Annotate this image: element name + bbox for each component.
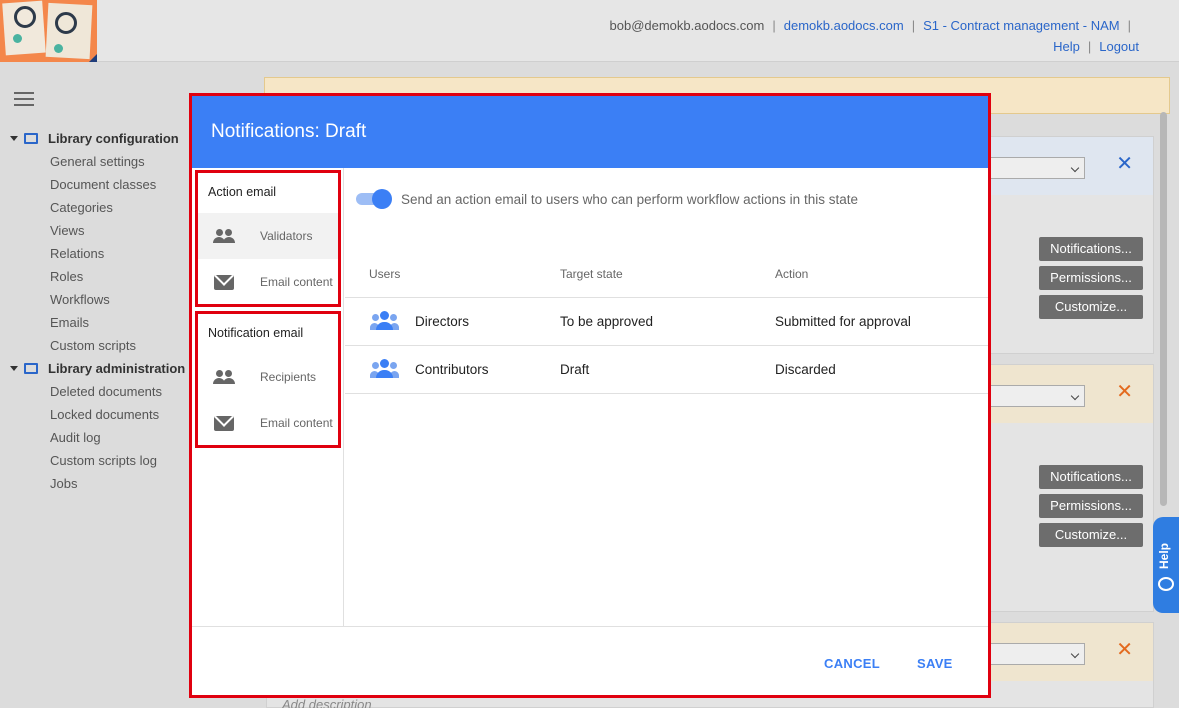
logout-link[interactable]: Logout [1099, 39, 1139, 54]
sidebar-item-categories[interactable]: Categories [50, 200, 113, 215]
magnifier-icon [14, 6, 36, 28]
library-link[interactable]: S1 - Contract management - NAM [923, 18, 1120, 33]
help-widget-label: Help [1157, 542, 1171, 569]
sidebar-item-deleted-documents[interactable]: Deleted documents [50, 384, 162, 399]
permissions-button[interactable]: Permissions... [1039, 266, 1143, 290]
dialog-footer: CANCEL SAVE [192, 626, 988, 695]
customize-button[interactable]: Customize... [1039, 295, 1143, 319]
page-scrollbar[interactable] [1160, 112, 1167, 506]
sidebar-item-locked-documents[interactable]: Locked documents [50, 407, 159, 422]
notifications-dialog: Notifications: Draft Action email Valida… [189, 93, 991, 698]
caret-down-icon [10, 136, 18, 141]
library-logo[interactable] [0, 0, 97, 62]
dialog-header: Notifications: Draft [192, 96, 988, 168]
action-email-toggle[interactable] [356, 189, 392, 209]
sidebar-item-audit-log[interactable]: Audit log [50, 430, 101, 445]
target-state: Draft [560, 362, 590, 377]
background-select[interactable] [989, 157, 1085, 179]
folder-icon [24, 363, 38, 374]
user-name: Directors [415, 314, 470, 329]
group-icon [370, 311, 400, 331]
sidebar-group-label: Library administration [48, 361, 186, 376]
help-widget[interactable]: Help [1153, 517, 1179, 613]
sidebar-group-library-configuration[interactable]: Library configuration [10, 131, 179, 146]
action: Submitted for approval [775, 314, 911, 329]
help-link[interactable]: Help [1053, 39, 1080, 54]
header-links: bob@demokb.aodocs.com | demokb.aodocs.com |… [609, 18, 1140, 54]
column-header-action: Action [775, 267, 809, 281]
close-icon[interactable]: ✕ [1116, 382, 1133, 402]
sidebar-item-document-classes[interactable]: Document classes [50, 177, 156, 192]
sidebar-item-views[interactable]: Views [50, 223, 84, 238]
background-select[interactable] [989, 385, 1085, 407]
customize-button[interactable]: Customize... [1039, 523, 1143, 547]
sidebar-item-custom-scripts-log[interactable]: Custom scripts log [50, 453, 157, 468]
hamburger-menu-icon[interactable] [14, 92, 34, 106]
group-icon [370, 359, 400, 379]
target-state: To be approved [560, 314, 654, 329]
notifications-button[interactable]: Notifications... [1039, 465, 1143, 489]
caret-down-icon [10, 366, 18, 371]
save-button[interactable]: SAVE [917, 656, 953, 671]
table-header: Users Target state Action [345, 250, 988, 298]
dialog-content: Send an action email to users who can pe… [192, 168, 988, 626]
users-table: Users Target state Action Directors To b… [345, 250, 988, 394]
close-icon[interactable]: ✕ [1116, 640, 1133, 660]
magnifier-icon [55, 12, 77, 34]
sidebar: Library configuration General settings D… [0, 62, 190, 708]
sidebar-item-workflows[interactable]: Workflows [50, 292, 110, 307]
logo-dot [54, 44, 63, 53]
domain-link[interactable]: demokb.aodocs.com [784, 18, 904, 33]
user-email: bob@demokb.aodocs.com [609, 18, 765, 33]
add-description-field[interactable]: Add description [282, 697, 372, 708]
sidebar-item-general-settings[interactable]: General settings [50, 154, 145, 169]
column-header-users: Users [369, 267, 401, 281]
sidebar-item-custom-scripts[interactable]: Custom scripts [50, 338, 136, 353]
folder-icon [24, 133, 38, 144]
sidebar-item-jobs[interactable]: Jobs [50, 476, 77, 491]
action: Discarded [775, 362, 836, 377]
close-icon[interactable]: ✕ [1116, 154, 1133, 174]
user-name: Contributors [415, 362, 489, 377]
column-header-target-state: Target state [560, 267, 623, 281]
sidebar-item-relations[interactable]: Relations [50, 246, 104, 261]
notifications-button[interactable]: Notifications... [1039, 237, 1143, 261]
chat-bubble-icon [1158, 577, 1174, 591]
top-header: bob@demokb.aodocs.com | demokb.aodocs.com |… [0, 0, 1179, 62]
sidebar-group-library-administration[interactable]: Library administration [10, 361, 185, 376]
cancel-button[interactable]: CANCEL [824, 656, 880, 671]
sidebar-group-label: Library configuration [48, 131, 179, 146]
background-select[interactable] [989, 643, 1085, 665]
sidebar-item-emails[interactable]: Emails [50, 315, 89, 330]
logo-corner [89, 54, 97, 62]
permissions-button[interactable]: Permissions... [1039, 494, 1143, 518]
table-row[interactable]: Directors To be approved Submitted for a… [345, 298, 988, 346]
table-row[interactable]: Contributors Draft Discarded [345, 346, 988, 394]
toggle-label: Send an action email to users who can pe… [401, 192, 858, 207]
logo-dot [13, 34, 22, 43]
dialog-title: Notifications: Draft [211, 121, 367, 142]
sidebar-item-roles[interactable]: Roles [50, 269, 83, 284]
